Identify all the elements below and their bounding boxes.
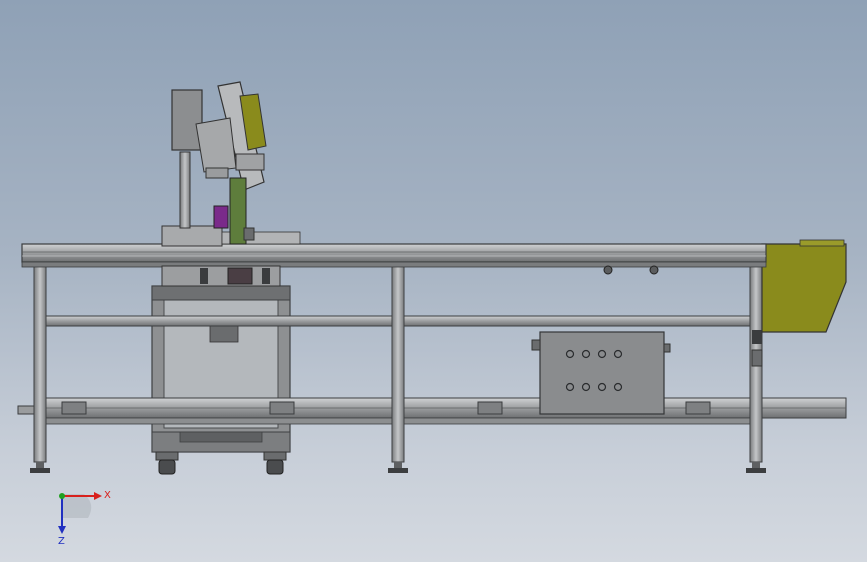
z-axis-label: Z (58, 536, 65, 547)
stand-cabinet[interactable] (151, 285, 291, 453)
caster-left (155, 451, 179, 475)
z-arrow-head-icon (58, 526, 66, 534)
cad-viewport[interactable]: X Z (0, 0, 867, 562)
coordinate-triad: X Z (58, 490, 111, 547)
machine-assembly[interactable] (17, 81, 847, 475)
hopper[interactable] (761, 239, 847, 333)
x-arrow-head-icon (94, 492, 102, 500)
leveling-feet (30, 462, 766, 473)
y-axis-dot-icon (59, 493, 65, 499)
lower-rail[interactable] (17, 397, 847, 425)
x-axis-label: X (104, 490, 111, 501)
caster-right (263, 451, 287, 475)
control-box[interactable] (531, 331, 671, 415)
